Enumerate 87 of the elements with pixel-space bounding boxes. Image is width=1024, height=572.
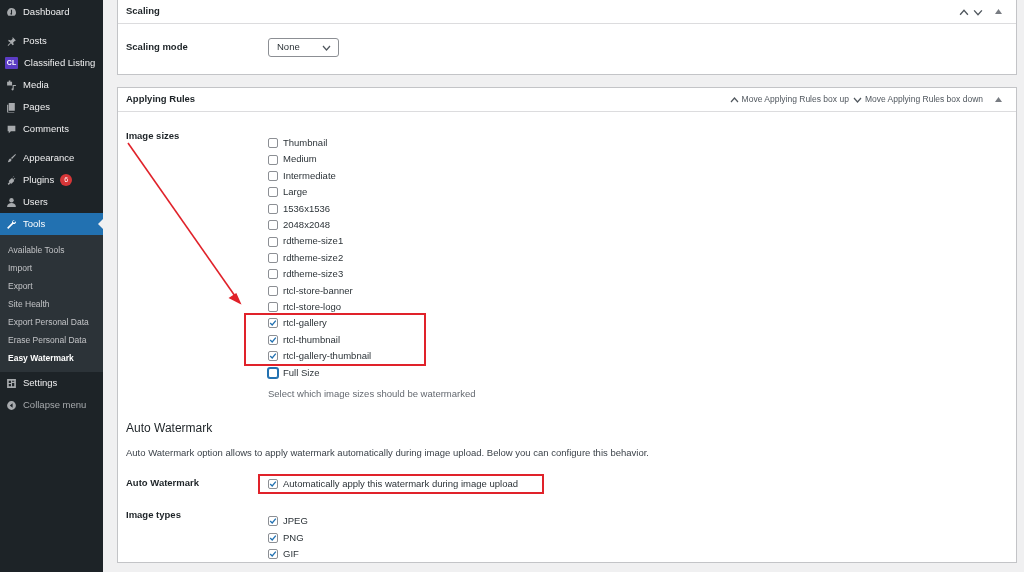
collapse-toggle-icon <box>995 9 1002 14</box>
checkbox-label: rdtheme-size2 <box>283 250 344 265</box>
user-icon <box>6 196 17 208</box>
checkbox-label: PNG <box>283 530 304 545</box>
submenu-item[interactable]: Available Tools <box>0 241 103 259</box>
help-text: Select which image sizes should be watermarked <box>268 386 476 401</box>
menu-item[interactable]: Settings <box>0 372 103 394</box>
scaling-mode-select[interactable]: None <box>268 38 339 57</box>
submenu-item[interactable]: Import <box>0 259 103 277</box>
checkbox-label: rtcl-gallery-thumbnail <box>283 349 372 364</box>
speech-bubble-icon <box>6 123 17 135</box>
field-label: Auto Watermark <box>126 475 201 490</box>
checkbox[interactable] <box>268 549 278 560</box>
move-up-button[interactable] <box>959 7 969 16</box>
move-down-button[interactable]: Move Applying Rules box down <box>852 93 983 106</box>
checkbox[interactable] <box>268 532 278 543</box>
checkbox[interactable] <box>268 236 278 247</box>
collapse-toggle-icon <box>995 97 1002 102</box>
chevron-up-icon <box>959 7 969 16</box>
checkbox[interactable] <box>268 285 278 296</box>
checkbox-label: Thumbnail <box>283 136 328 151</box>
move-up-button[interactable]: Move Applying Rules box up <box>729 93 849 106</box>
checkbox-label: Full Size <box>283 365 320 380</box>
section-description: Auto Watermark option allows to apply watermark automatically during image upload. Below you can configure this behavior. <box>126 445 650 460</box>
checkbox[interactable] <box>268 138 278 149</box>
submenu-item[interactable]: Export Personal Data <box>0 313 103 331</box>
submenu-item[interactable]: Site Health <box>0 295 103 313</box>
checkbox-label: rtcl-store-logo <box>283 299 342 314</box>
field-label: Scaling mode <box>126 40 189 55</box>
plug-icon <box>6 174 17 186</box>
submenu-item[interactable]: Easy Watermark <box>0 349 103 367</box>
checkbox-label: 2048x2048 <box>283 218 331 232</box>
field-label: Image types <box>126 508 182 523</box>
checkbox-label: JPEG <box>283 514 308 529</box>
paintbrush-icon <box>6 152 17 164</box>
checkbox[interactable] <box>268 220 278 231</box>
camera-music-icon <box>6 79 17 91</box>
checkbox-label: Large <box>283 185 308 200</box>
checkbox[interactable] <box>268 252 278 263</box>
pages-icon <box>6 101 17 113</box>
submenu-item[interactable]: Export <box>0 277 103 295</box>
section-heading: Auto Watermark <box>126 421 214 436</box>
checkbox[interactable] <box>268 367 278 378</box>
checkbox-label: rdtheme-size1 <box>283 234 344 249</box>
chevron-down-icon <box>973 7 983 16</box>
wrench-icon <box>6 218 17 230</box>
checkbox-label: rtcl-store-banner <box>283 283 353 298</box>
checkbox-label: rdtheme-size3 <box>283 267 344 282</box>
menu-item[interactable]: Appearance <box>0 147 103 169</box>
field-label: Image sizes <box>126 129 181 143</box>
checkbox-label: rtcl-thumbnail <box>283 332 341 347</box>
checkbox-label: Intermediate <box>283 168 336 183</box>
move-down-button[interactable] <box>973 7 983 16</box>
checkbox[interactable] <box>268 269 278 280</box>
checkbox-label: Medium <box>283 152 317 167</box>
checkbox[interactable] <box>268 302 278 313</box>
menu-item[interactable]: Tools <box>0 213 103 235</box>
checkbox[interactable] <box>268 351 278 362</box>
checkbox[interactable] <box>268 203 278 214</box>
checkbox[interactable] <box>268 478 278 489</box>
menu-item[interactable]: Users <box>0 191 103 213</box>
menu-item[interactable]: Dashboard <box>0 1 103 23</box>
settings-icon <box>6 377 17 389</box>
checkbox[interactable] <box>268 334 278 345</box>
checkbox[interactable] <box>268 170 278 181</box>
checkbox-label: 1536x1536 <box>283 201 331 216</box>
submenu-item[interactable]: Erase Personal Data <box>0 331 103 349</box>
checkbox[interactable] <box>268 516 278 527</box>
menu-item[interactable]: Posts <box>0 30 103 52</box>
checkbox-label: GIF <box>283 547 299 561</box>
menu-item[interactable]: Comments <box>0 118 103 140</box>
checkbox-label: Automatically apply this watermark during image upload <box>283 476 518 491</box>
checkbox[interactable] <box>268 187 278 198</box>
pin-icon <box>6 35 17 47</box>
chevron-down-icon <box>322 44 331 51</box>
chevron-down-icon <box>852 96 862 103</box>
panel-title: Applying Rules <box>126 92 196 107</box>
checkbox[interactable] <box>268 318 278 329</box>
checkbox-label: rtcl-gallery <box>283 316 327 331</box>
checkbox[interactable] <box>268 154 278 165</box>
chevron-up-icon <box>729 96 739 103</box>
menu-item[interactable]: Media <box>0 74 103 96</box>
menu-item[interactable]: Pages <box>0 96 103 118</box>
collapse-icon <box>6 399 17 411</box>
collapse-menu-button[interactable]: Collapse menu <box>0 394 103 416</box>
panel-title: Scaling <box>126 4 160 19</box>
gauge-icon <box>6 6 17 18</box>
